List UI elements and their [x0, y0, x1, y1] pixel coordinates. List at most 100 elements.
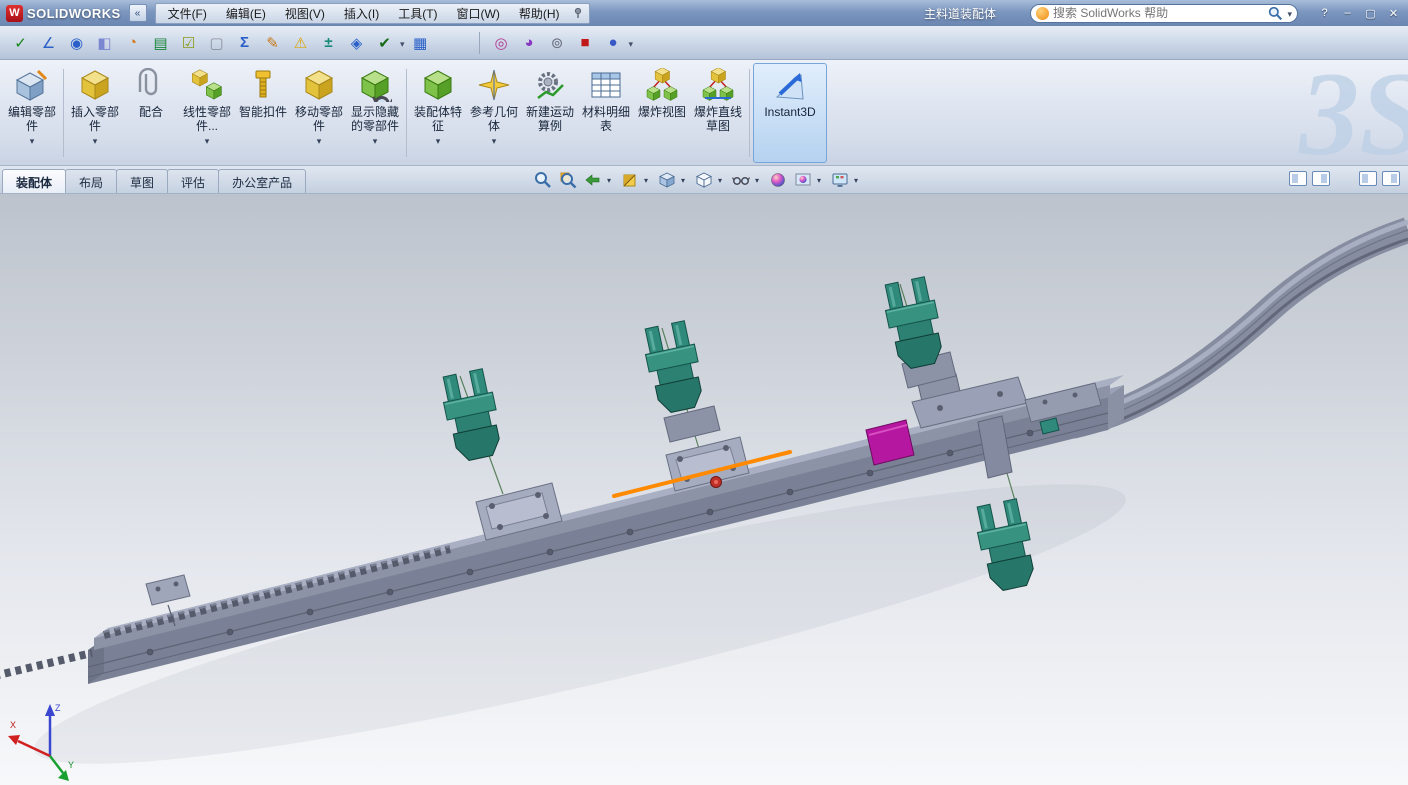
tab-sketch[interactable]: 草图 [116, 169, 169, 193]
help-search [1030, 3, 1298, 23]
display-style-icon[interactable] [693, 169, 715, 191]
ribbon-instant3d-button[interactable]: Instant3D [753, 63, 827, 163]
pane-single-icon[interactable] [1359, 171, 1377, 186]
tolerances-icon[interactable] [316, 30, 341, 55]
close-button[interactable]: ✕ [1385, 5, 1402, 21]
ribbon-insert-components-button[interactable]: 插入零部件 [67, 63, 123, 163]
render-ball-icon[interactable] [601, 30, 626, 55]
design-check-on-icon[interactable] [176, 30, 201, 55]
command-manager: 编辑零部件 插入零部件 配合 线性零部件... 智能扣件 移动零部件 [0, 60, 1408, 166]
statistics-icon[interactable] [148, 30, 173, 55]
ribbon-assembly-features-button[interactable]: 装配体特征 [410, 63, 466, 163]
hide-show-items-icon[interactable] [730, 169, 752, 191]
collapse-menu-icon[interactable]: « [128, 4, 147, 22]
color-swatch-icon[interactable] [573, 30, 598, 55]
equations-icon[interactable] [232, 30, 257, 55]
model-clamp-3[interactable] [879, 274, 949, 372]
pane-split-alt-icon[interactable] [1312, 171, 1330, 186]
apply-scene-icon[interactable] [792, 169, 814, 191]
menu-file[interactable]: 文件(F) [159, 3, 216, 24]
ribbon-reference-geometry-button[interactable]: 参考几何体 [466, 63, 522, 163]
search-icon[interactable] [1268, 6, 1283, 21]
curvature-verify-icon[interactable] [545, 30, 570, 55]
spell-check-icon[interactable] [8, 30, 33, 55]
tab-office-products[interactable]: 办公室产品 [218, 169, 307, 193]
model-clamp-1[interactable] [437, 366, 507, 464]
chevron-down-icon[interactable] [93, 133, 98, 144]
verification-icon[interactable] [372, 30, 397, 55]
pin-icon[interactable] [570, 5, 586, 21]
previous-view-icon[interactable] [582, 169, 604, 191]
zoom-to-area-icon[interactable] [557, 169, 579, 191]
zoom-to-fit-icon[interactable] [532, 169, 554, 191]
ribbon-bill-of-materials-button[interactable]: 材料明细表 [578, 63, 634, 163]
mass-properties-icon[interactable] [64, 30, 89, 55]
menu-insert[interactable]: 插入(I) [335, 3, 388, 24]
ribbon-new-motion-study-button[interactable]: 新建运动算例 [522, 63, 578, 163]
menu-window[interactable]: 窗口(W) [448, 3, 509, 24]
dimxpert-icon[interactable] [260, 30, 285, 55]
chevron-down-icon[interactable] [607, 169, 616, 191]
whats-wrong-icon[interactable] [288, 30, 313, 55]
chevron-down-icon[interactable] [755, 169, 764, 191]
model-canvas[interactable]: X Y Z [0, 194, 1408, 785]
ribbon-edit-component-button[interactable]: 编辑零部件 [4, 63, 60, 163]
section-properties-icon[interactable] [92, 30, 117, 55]
ribbon-linear-pattern-button[interactable]: 线性零部件... [179, 63, 235, 163]
model-chain-tail[interactable] [0, 649, 93, 679]
search-input[interactable] [1053, 6, 1265, 20]
help-button[interactable]: ? [1316, 5, 1333, 21]
appearance-magnifier-icon[interactable] [489, 30, 514, 55]
section-view-icon[interactable] [619, 169, 641, 191]
menu-tools[interactable]: 工具(T) [389, 3, 446, 24]
chevron-down-icon[interactable] [400, 34, 405, 52]
menu-help[interactable]: 帮助(H) [510, 3, 569, 24]
tab-assembly[interactable]: 装配体 [2, 169, 67, 193]
performance-evaluation-icon[interactable] [120, 30, 145, 55]
menu-view[interactable]: 视图(V) [276, 3, 334, 24]
chevron-down-icon[interactable] [317, 133, 322, 144]
chevron-down-icon[interactable] [817, 169, 826, 191]
measure-icon[interactable] [36, 30, 61, 55]
chevron-down-icon[interactable] [436, 133, 441, 144]
ribbon-exploded-view-button[interactable]: 爆炸视图 [634, 63, 690, 163]
chevron-down-icon[interactable] [30, 133, 35, 144]
view-orientation-icon[interactable] [656, 169, 678, 191]
titlebar: W SOLIDWORKS « 文件(F) 编辑(E) 视图(V) 插入(I) 工… [0, 0, 1408, 26]
chevron-down-icon[interactable] [1287, 4, 1292, 22]
document-properties-icon[interactable] [344, 30, 369, 55]
model-clamp-2[interactable] [639, 318, 709, 416]
tab-evaluate[interactable]: 评估 [167, 169, 220, 193]
chevron-down-icon[interactable] [492, 133, 497, 144]
chevron-down-icon[interactable] [205, 133, 210, 144]
dassault-watermark: 3S [1299, 60, 1408, 166]
ribbon-smart-fasteners-button[interactable]: 智能扣件 [235, 63, 291, 163]
ribbon-explode-line-sketch-button[interactable]: 爆炸直线草图 [690, 63, 746, 163]
graphics-area[interactable]: X Y Z [0, 194, 1408, 785]
chevron-down-icon[interactable] [629, 34, 634, 52]
ribbon-mate-button[interactable]: 配合 [123, 63, 179, 163]
pane-multi-icon[interactable] [1382, 171, 1400, 186]
pane-split-icon[interactable] [1289, 171, 1307, 186]
headsup-view-toolbar [532, 169, 863, 191]
view-settings-icon[interactable] [829, 169, 851, 191]
chevron-down-icon[interactable] [681, 169, 690, 191]
chevron-down-icon[interactable] [854, 169, 863, 191]
ribbon-move-component-button[interactable]: 移动零部件 [291, 63, 347, 163]
design-table-icon[interactable] [408, 30, 433, 55]
edit-appearance-icon[interactable] [767, 169, 789, 191]
maximize-button[interactable]: ▢ [1362, 5, 1379, 21]
appearance-ring-icon[interactable] [517, 30, 542, 55]
commandmanager-tabs: 装配体 布局 草图 评估 办公室产品 [2, 169, 307, 193]
chevron-down-icon[interactable] [373, 133, 378, 144]
chevron-down-icon[interactable] [718, 169, 727, 191]
triad-y-label: Y [68, 760, 74, 770]
ribbon-show-hidden-components-button[interactable]: 显示隐藏的零部件 [347, 63, 403, 163]
chevron-down-icon[interactable] [644, 169, 653, 191]
tab-layout[interactable]: 布局 [65, 169, 118, 193]
menu-edit[interactable]: 编辑(E) [217, 3, 275, 24]
quick-toolbar [0, 26, 1408, 60]
design-check-off-icon[interactable] [204, 30, 229, 55]
minimize-button[interactable]: – [1339, 5, 1356, 21]
model-red-part[interactable] [710, 476, 722, 488]
